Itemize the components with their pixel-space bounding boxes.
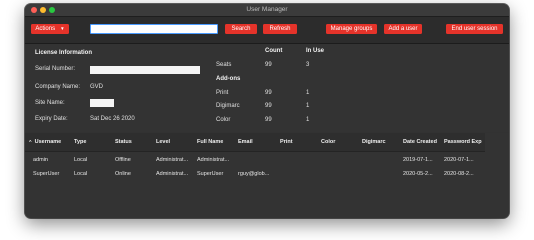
search-button[interactable]: Search <box>225 24 257 34</box>
minimize-window-icon[interactable] <box>40 7 46 13</box>
cell-type: Local <box>74 157 88 163</box>
title-bar: User Manager <box>25 4 509 17</box>
site-name-label: Site Name: <box>35 100 65 106</box>
addon-print-label: Print <box>216 90 229 96</box>
end-user-session-button[interactable]: End user session <box>446 24 503 34</box>
cell-level: Administrat... <box>156 171 189 177</box>
column-header-email[interactable]: Email <box>238 133 253 151</box>
search-input[interactable] <box>90 24 218 34</box>
cell-date-created: 2020-05-2... <box>403 171 433 177</box>
cell-password-exp: 2020-07-1... <box>444 157 474 163</box>
cell-status: Online <box>115 171 131 177</box>
expiry-date-label: Expiry Date: <box>35 116 68 122</box>
chevron-down-icon: ▼ <box>60 26 65 31</box>
serial-number-label: Serial Number: <box>35 66 76 72</box>
sort-ascending-icon: ^ <box>29 139 32 144</box>
column-header-color[interactable]: Color <box>321 133 335 151</box>
user-manager-window: User Manager Actions ▼ Search Refresh Man… <box>25 4 509 218</box>
cell-full-name: Administrat... <box>197 157 230 163</box>
manage-groups-button[interactable]: Manage groups <box>326 24 377 34</box>
seats-label: Seats <box>216 62 232 68</box>
addons-heading: Add-ons <box>216 76 241 82</box>
table-row[interactable]: admin Local Offline Administrat... Admin… <box>25 154 485 167</box>
column-header-digimarc[interactable]: Digimarc <box>362 133 386 151</box>
users-table: ^ Username Type Status Level Full Name Em… <box>25 133 509 218</box>
add-user-button[interactable]: Add a user <box>384 24 422 34</box>
refresh-button[interactable]: Refresh <box>263 24 297 34</box>
addon-color-count: 99 <box>265 117 272 123</box>
toolbar: Actions ▼ Search Refresh Manage groups Ad… <box>25 17 509 44</box>
seats-count: 99 <box>265 62 272 68</box>
cell-full-name: SuperUser <box>197 171 224 177</box>
seats-in-use: 3 <box>306 62 310 68</box>
addon-digimarc-label: Digimarc <box>216 103 240 109</box>
addon-color-in-use: 1 <box>306 117 310 123</box>
table-header: ^ Username Type Status Level Full Name Em… <box>25 133 485 152</box>
site-name-redacted <box>90 99 114 107</box>
license-heading: License Information <box>35 50 93 56</box>
screenshot-stage: User Manager Actions ▼ Search Refresh Man… <box>0 0 534 240</box>
addon-print-in-use: 1 <box>306 90 310 96</box>
cell-type: Local <box>74 171 88 177</box>
expiry-date-value: Sat Dec 26 2020 <box>90 116 135 122</box>
close-window-icon[interactable] <box>31 7 37 13</box>
company-name-label: Company Name: <box>35 84 81 90</box>
actions-dropdown-button[interactable]: Actions ▼ <box>31 24 69 34</box>
in-use-header: In Use <box>306 48 325 54</box>
cell-date-created: 2019-07-1... <box>403 157 433 163</box>
serial-number-redacted <box>90 66 200 74</box>
column-header-status[interactable]: Status <box>115 133 132 151</box>
column-header-username-label: Username <box>34 139 62 145</box>
company-name-value: GVD <box>90 84 104 90</box>
column-header-print[interactable]: Print <box>280 133 293 151</box>
addon-print-count: 99 <box>265 90 272 96</box>
cell-level: Administrat... <box>156 157 189 163</box>
column-header-type[interactable]: Type <box>74 133 86 151</box>
table-row[interactable]: SuperUser Local Online Administrat... Su… <box>25 168 485 181</box>
cell-status: Offline <box>115 157 131 163</box>
column-header-full-name[interactable]: Full Name <box>197 133 223 151</box>
cell-username: admin <box>33 157 48 163</box>
cell-email: rguy@glob... <box>238 171 270 177</box>
column-header-date-created[interactable]: Date Created <box>403 133 437 151</box>
count-header: Count <box>265 48 283 54</box>
addon-digimarc-in-use: 1 <box>306 103 310 109</box>
column-header-password-exp[interactable]: Password Exp <box>444 133 482 151</box>
addon-color-label: Color <box>216 117 231 123</box>
cell-password-exp: 2020-08-2... <box>444 171 474 177</box>
license-panel: License Information Serial Number: Compa… <box>25 44 509 132</box>
cell-username: SuperUser <box>33 171 60 177</box>
window-title: User Manager <box>246 6 288 13</box>
addon-digimarc-count: 99 <box>265 103 272 109</box>
actions-label: Actions <box>35 26 56 32</box>
column-header-username[interactable]: ^ Username <box>29 133 61 151</box>
maximize-window-icon[interactable] <box>49 7 55 13</box>
column-header-level[interactable]: Level <box>156 133 170 151</box>
